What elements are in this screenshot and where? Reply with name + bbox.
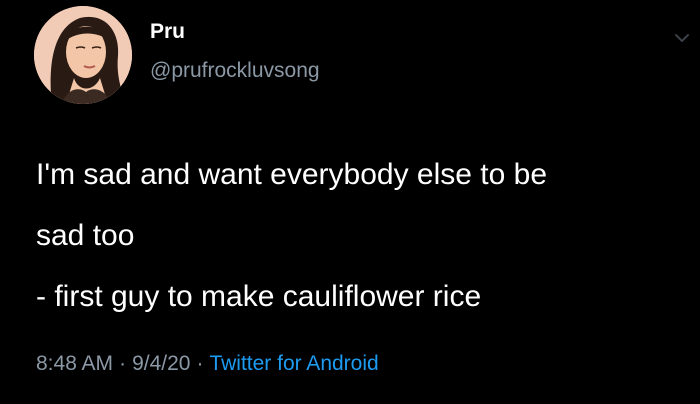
display-name[interactable]: Pru [150,19,185,45]
meta-separator: · [119,352,127,375]
avatar[interactable] [34,6,132,104]
tweet-text-line: sad too [36,219,135,252]
user-handle[interactable]: @prufrockluvsong [150,58,320,84]
meta-separator: · [196,352,204,375]
tweet-source-link[interactable]: Twitter for Android [209,352,378,375]
tweet-date[interactable]: 9/4/20 [132,352,190,375]
tweet-card: Pru @prufrockluvsong I'm sad and want ev… [0,0,700,404]
tweet-text-line: - first guy to make cauliflower rice [36,280,482,313]
avatar-illustration [34,6,132,104]
tweet-time[interactable]: 8:48 AM [36,352,113,375]
tweet-text: I'm sad and want everybody else to be sa… [36,144,686,327]
chevron-down-icon[interactable] [671,27,693,49]
tweet-text-line: I'm sad and want everybody else to be [36,158,548,191]
tweet-meta: 8:48 AM · 9/4/20 · Twitter for Android [36,350,379,378]
